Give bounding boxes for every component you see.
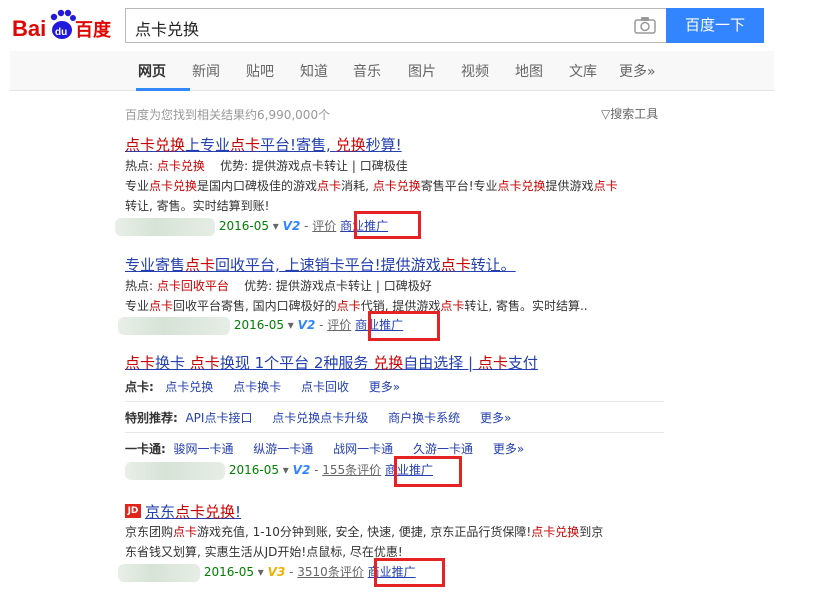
dropdown-icon: ▾	[257, 565, 264, 579]
annotation-box	[374, 558, 445, 587]
result-1-description-2: 转让, 寄售。实时结算到账!	[125, 199, 270, 213]
tab-news[interactable]: 新闻	[192, 61, 220, 81]
sublink[interactable]: API点卡接口	[185, 411, 252, 425]
result-1-title[interactable]: 点卡兑换上专业点卡平台!寄售, 兑换秒算!	[125, 134, 402, 155]
result-2-title[interactable]: 专业寄售点卡回收平台, 上速销卡平台!提供游戏点卡转让。	[125, 254, 516, 275]
search-tools-label: 搜索工具	[610, 107, 659, 121]
sublink[interactable]: 纵游一卡通	[253, 442, 313, 456]
search-input[interactable]: 点卡兑换	[125, 8, 666, 43]
sublink-more[interactable]: 更多»	[369, 380, 400, 394]
result-4-eval-link[interactable]: 3510条评价	[297, 565, 364, 579]
tab-tieba[interactable]: 贴吧	[246, 61, 274, 81]
search-button[interactable]: 百度一下	[666, 8, 764, 43]
sublink[interactable]: 点卡回收	[301, 380, 349, 394]
tab-zhidao[interactable]: 知道	[300, 61, 328, 81]
tab-map[interactable]: 地图	[515, 61, 543, 81]
sublink[interactable]: 点卡换卡	[233, 380, 281, 394]
sublink[interactable]: 商户换卡系统	[388, 411, 460, 425]
result-4-date: 2016-05	[203, 565, 254, 579]
logo-text-cn: 百度	[75, 19, 112, 41]
result-2-eval-link[interactable]: 评价	[327, 318, 351, 332]
tab-images[interactable]: 图片	[408, 61, 436, 81]
dropdown-icon: ▾	[287, 318, 294, 332]
dropdown-icon: ▾	[282, 463, 289, 477]
result-3-date: 2016-05	[228, 463, 279, 477]
result-3-meta: 2016-05 ▾ V2 - 155条评价 商业推广	[125, 461, 433, 480]
tab-video[interactable]: 视频	[461, 61, 489, 81]
active-tab-indicator	[136, 88, 190, 91]
annotation-box	[354, 211, 421, 239]
result-3-eval-link[interactable]: 155条评价	[322, 463, 381, 477]
sublink-more[interactable]: 更多»	[493, 442, 524, 456]
baidu-logo[interactable]: Bai du 百度	[12, 8, 118, 44]
v3-rating-icon: V3	[267, 565, 286, 579]
sublink[interactable]: 战网一卡通	[333, 442, 393, 456]
result-3-sublinks-2: 特别推荐: API点卡接口 点卡兑换点卡升级 商户换卡系统 更多»	[125, 411, 512, 425]
result-1-meta: 2016-05 ▾ V2 - 评价 商业推广	[115, 217, 388, 236]
result-4-description: 京东团购点卡游戏充值, 1-10分钟到账, 安全, 快速, 便捷, 京东正品行货…	[125, 525, 604, 539]
result-4-title[interactable]: 京东点卡兑换!	[145, 501, 241, 522]
result-4-meta: 2016-05 ▾ V3 - 3510条评价 商业推广	[118, 563, 416, 582]
jd-logo-icon: JD	[125, 504, 141, 518]
sublink-more[interactable]: 更多»	[480, 411, 511, 425]
annotation-box	[394, 456, 462, 487]
annotation-box	[368, 311, 440, 341]
search-tools[interactable]: ▽搜索工具	[601, 105, 658, 122]
divider	[125, 432, 664, 433]
tab-music[interactable]: 音乐	[353, 61, 381, 81]
blurred-url	[125, 461, 225, 480]
v2-rating-icon: V2	[292, 463, 311, 477]
result-4-description-2: 东省钱又划算, 实惠生活从JD开始!点鼠标, 尽在优惠!	[125, 545, 403, 559]
logo-text-du: du	[55, 27, 67, 38]
result-1-description: 专业点卡兑换是国内口碑极佳的游戏点卡消耗, 点卡兑换寄售平台!专业点卡兑换提供游…	[125, 179, 618, 193]
tab-webpage[interactable]: 网页	[138, 61, 166, 81]
filter-icon: ▽	[601, 107, 611, 121]
tab-more[interactable]: 更多»	[619, 61, 656, 81]
sublink[interactable]: 点卡兑换	[165, 380, 213, 394]
blurred-url	[115, 217, 215, 236]
result-1-highlights: 热点: 点卡兑换 优势: 提供游戏点卡转让 | 口碑极佳	[125, 159, 408, 173]
blurred-url	[118, 316, 230, 335]
result-count: 百度为您找到相关结果约6,990,000个	[125, 108, 331, 122]
result-1-date: 2016-05	[218, 219, 269, 233]
v2-rating-icon: V2	[297, 318, 316, 332]
result-2-highlights: 热点: 点卡回收平台 优势: 提供游戏点卡转让 | 口碑极好	[125, 279, 432, 293]
result-2-date: 2016-05	[233, 318, 284, 332]
result-3-sublinks-1: 点卡: 点卡兑换 点卡换卡 点卡回收 更多»	[125, 380, 401, 394]
tab-wenku[interactable]: 文库	[569, 61, 597, 81]
blurred-url	[118, 563, 200, 582]
v2-rating-icon: V2	[282, 219, 301, 233]
sublink[interactable]: 骏网一卡通	[173, 442, 233, 456]
logo-text-bai: Bai	[12, 16, 46, 41]
sublink[interactable]: 点卡兑换点卡升级	[272, 411, 368, 425]
result-2-meta: 2016-05 ▾ V2 - 评价 商业推广	[118, 316, 403, 335]
tab-navigation: 网页 新闻 贴吧 知道 音乐 图片 视频 地图 文库 更多»	[10, 51, 774, 91]
result-1-eval-link[interactable]: 评价	[312, 219, 336, 233]
camera-icon[interactable]	[634, 16, 656, 34]
divider	[125, 401, 664, 402]
result-2-description: 专业点卡回收平台寄售, 国内口碑极好的点卡代销, 提供游戏点卡转让, 寄售。实时…	[125, 299, 588, 313]
result-3-title[interactable]: 点卡换卡 点卡换现 1个平台 2种服务 兑换自由选择 | 点卡支付	[125, 352, 538, 373]
sublink[interactable]: 久游一卡通	[413, 442, 473, 456]
dropdown-icon: ▾	[272, 219, 279, 233]
result-3-sublinks-3: 一卡通: 骏网一卡通 纵游一卡通 战网一卡通 久游一卡通 更多»	[125, 442, 525, 456]
